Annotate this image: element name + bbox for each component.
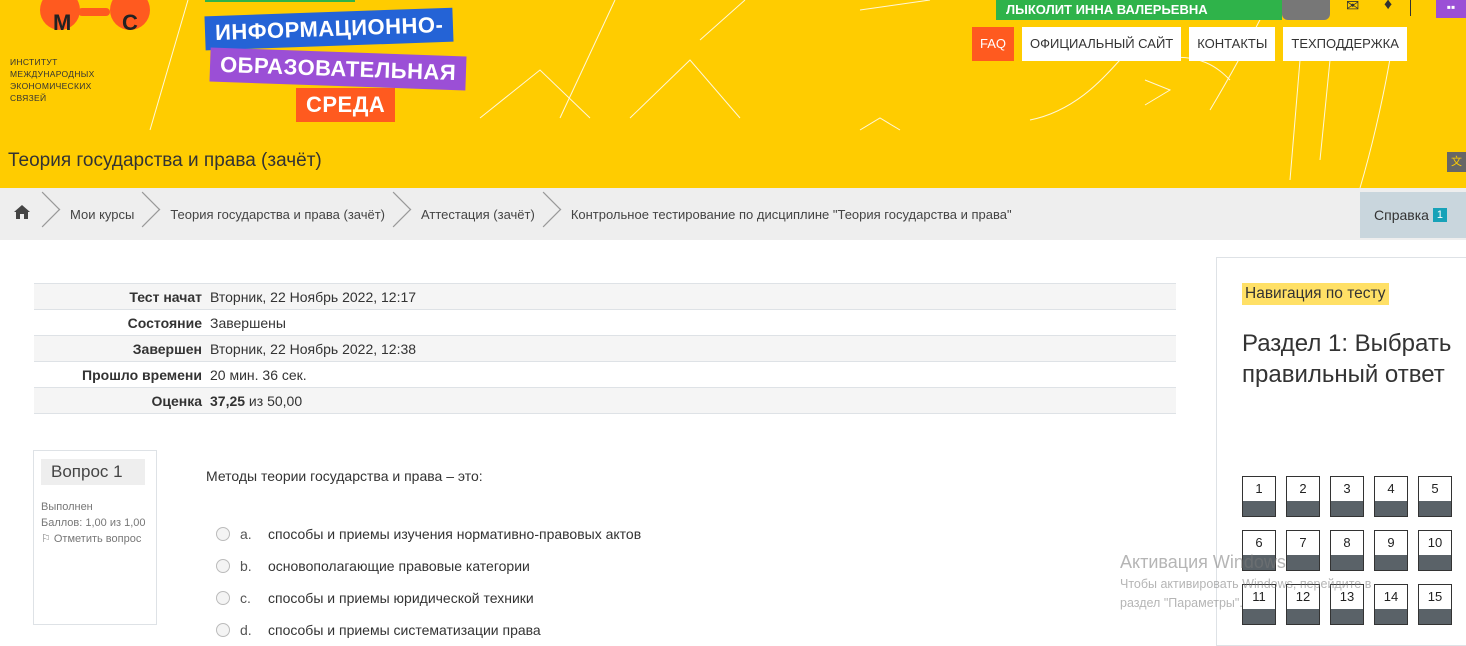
question-nav-button[interactable]: 13 bbox=[1330, 584, 1364, 625]
radio-button[interactable] bbox=[216, 527, 230, 541]
user-menu[interactable]: ЛЫКОЛИТ ИННА ВАЛЕРЬЕВНА bbox=[996, 0, 1282, 20]
breadcrumb-chevron-icon bbox=[40, 188, 62, 240]
top-nav: FAQ ОФИЦИАЛЬНЫЙ САЙТ КОНТАКТЫ ТЕХПОДДЕРЖ… bbox=[972, 27, 1407, 61]
breadcrumb: Мои курсы Теория государства и права (за… bbox=[0, 188, 1466, 240]
question-nav-button[interactable]: 8 bbox=[1330, 530, 1364, 571]
question-points: Баллов: 1,00 из 1,00 bbox=[41, 517, 146, 529]
summary-label: Тест начат bbox=[129, 288, 202, 305]
table-row: Состояние Завершены bbox=[34, 309, 1176, 336]
question-nav-button[interactable]: 6 bbox=[1242, 530, 1276, 571]
question-nav-button[interactable]: 11 bbox=[1242, 584, 1276, 625]
summary-label: Завершен bbox=[132, 340, 202, 357]
grade-value: 37,25 bbox=[210, 392, 246, 409]
question-nav-button[interactable]: 10 bbox=[1418, 530, 1452, 571]
answer-list: a. способы и приемы изучения нормативно-… bbox=[216, 518, 641, 646]
answer-option-a[interactable]: a. способы и приемы изучения нормативно-… bbox=[216, 518, 641, 550]
help-button[interactable]: Справка 1 bbox=[1360, 192, 1466, 238]
question-nav-button[interactable]: 14 bbox=[1374, 584, 1408, 625]
nav-support-link[interactable]: ТЕХПОДДЕРЖКА bbox=[1283, 27, 1407, 61]
org-name: ИНСТИТУТ МЕЖДУНАРОДНЫХ ЭКОНОМИЧЕСКИХ СВЯ… bbox=[10, 57, 95, 103]
answer-text: способы и приемы изучения нормативно-пра… bbox=[268, 526, 642, 542]
grade-max: из 50,00 bbox=[245, 392, 303, 409]
flag-label: Отметить вопрос bbox=[53, 533, 142, 545]
radio-button[interactable] bbox=[216, 591, 230, 605]
logo-connector bbox=[78, 8, 110, 16]
chat-icon[interactable]: ✉ bbox=[1346, 0, 1359, 16]
answer-option-c[interactable]: c. способы и приемы юридической техники bbox=[216, 582, 641, 614]
breadcrumb-chevron-icon bbox=[541, 188, 563, 240]
page-title: Теория государства и права (зачёт) bbox=[8, 150, 322, 171]
attempt-summary-table: Тест начат Вторник, 22 Ноябрь 2022, 12:1… bbox=[34, 283, 1176, 414]
flag-icon: ⚐ bbox=[41, 533, 51, 545]
nav-faq-link[interactable]: FAQ bbox=[972, 27, 1015, 61]
site-header: М С ИНСТИТУТ МЕЖДУНАРОДНЫХ ЭКОНОМИЧЕСКИХ… bbox=[0, 0, 1466, 188]
breadcrumb-chevron-icon bbox=[140, 188, 162, 240]
breadcrumb-attestation[interactable]: Аттестация (зачёт) bbox=[421, 207, 535, 222]
brand-line-3: СРЕДА bbox=[296, 88, 396, 122]
question-nav-button[interactable]: 4 bbox=[1374, 476, 1408, 517]
answer-letter: c. bbox=[240, 590, 251, 606]
section-title: Раздел 1: Выбрать правильный ответ bbox=[1242, 330, 1452, 388]
question-number: Вопрос 1 bbox=[41, 459, 145, 485]
table-row: Прошло времени 20 мин. 36 сек. bbox=[34, 361, 1176, 388]
question-text: Методы теории государства и права – это: bbox=[206, 468, 483, 484]
answer-text: основополагающие правовые категории bbox=[268, 558, 530, 574]
answer-letter: b. bbox=[240, 558, 252, 574]
logo-letter-m: М bbox=[53, 10, 72, 35]
question-nav-button[interactable]: 12 bbox=[1286, 584, 1320, 625]
breadcrumb-chevron-icon bbox=[391, 188, 413, 240]
question-meta: Выполнен Баллов: 1,00 из 1,00 bbox=[41, 499, 149, 531]
nav-contacts-link[interactable]: КОНТАКТЫ bbox=[1189, 27, 1276, 61]
answer-option-b[interactable]: b. основополагающие правовые категории bbox=[216, 550, 641, 582]
user-name: ЛЫКОЛИТ ИННА ВАЛЕРЬЕВНА bbox=[1006, 2, 1208, 17]
radio-button[interactable] bbox=[216, 623, 230, 637]
breadcrumb-course[interactable]: Теория государства и права (зачёт) bbox=[170, 207, 385, 222]
question-nav-button[interactable]: 15 bbox=[1418, 584, 1452, 625]
quiz-navigation-title: Навигация по тесту bbox=[1242, 283, 1389, 305]
summary-label: Состояние bbox=[127, 314, 202, 331]
flag-question-button[interactable]: ⚐ Отметить вопрос bbox=[41, 531, 149, 547]
summary-label: Прошло времени bbox=[82, 366, 202, 383]
logo-letter-c: С bbox=[122, 10, 138, 35]
summary-label: Оценка bbox=[151, 392, 202, 409]
table-row: Тест начат Вторник, 22 Ноябрь 2022, 12:1… bbox=[34, 283, 1176, 310]
question-info: Вопрос 1 Выполнен Баллов: 1,00 из 1,00 ⚐… bbox=[33, 450, 157, 625]
question-nav-button[interactable]: 5 bbox=[1418, 476, 1452, 517]
radio-button[interactable] bbox=[216, 559, 230, 573]
apps-icon[interactable]: ▪▪ bbox=[1436, 0, 1466, 18]
question-status: Выполнен bbox=[41, 501, 93, 513]
table-row: Завершен Вторник, 22 Ноябрь 2022, 12:38 bbox=[34, 335, 1176, 362]
bell-icon[interactable]: ♦ bbox=[1384, 0, 1392, 14]
answer-option-d[interactable]: d. способы и приемы систематизации права bbox=[216, 614, 641, 646]
question-nav-button[interactable]: 1 bbox=[1242, 476, 1276, 517]
summary-value: Вторник, 22 Ноябрь 2022, 12:38 bbox=[210, 340, 417, 357]
answer-letter: a. bbox=[240, 526, 252, 542]
summary-value: Завершены bbox=[210, 314, 286, 331]
help-label: Справка bbox=[1374, 207, 1429, 223]
answer-text: способы и приемы юридической техники bbox=[268, 590, 534, 606]
header-divider bbox=[1410, 0, 1411, 16]
question-nav-button[interactable]: 7 bbox=[1286, 530, 1320, 571]
avatar[interactable] bbox=[1282, 0, 1330, 20]
summary-value: Вторник, 22 Ноябрь 2022, 12:17 bbox=[210, 288, 417, 305]
summary-value: 20 мин. 36 сек. bbox=[210, 366, 307, 383]
brand-accent bbox=[205, 0, 355, 2]
translate-icon[interactable]: 文 bbox=[1447, 152, 1466, 172]
question-nav-button[interactable]: 3 bbox=[1330, 476, 1364, 517]
nav-official-site-link[interactable]: ОФИЦИАЛЬНЫЙ САЙТ bbox=[1022, 27, 1182, 61]
summary-value: 37,25 из 50,00 bbox=[210, 388, 1176, 414]
quiz-navigation-panel: Навигация по тесту Раздел 1: Выбрать пра… bbox=[1216, 257, 1466, 646]
question-nav-button[interactable]: 9 bbox=[1374, 530, 1408, 571]
question-nav-button[interactable]: 2 bbox=[1286, 476, 1320, 517]
help-badge: 1 bbox=[1432, 208, 1448, 222]
breadcrumb-quiz[interactable]: Контрольное тестирование по дисциплине "… bbox=[571, 207, 1012, 222]
table-row: Оценка 37,25 из 50,00 bbox=[34, 387, 1176, 414]
answer-letter: d. bbox=[240, 622, 252, 638]
answer-text: способы и приемы систематизации права bbox=[268, 622, 541, 638]
